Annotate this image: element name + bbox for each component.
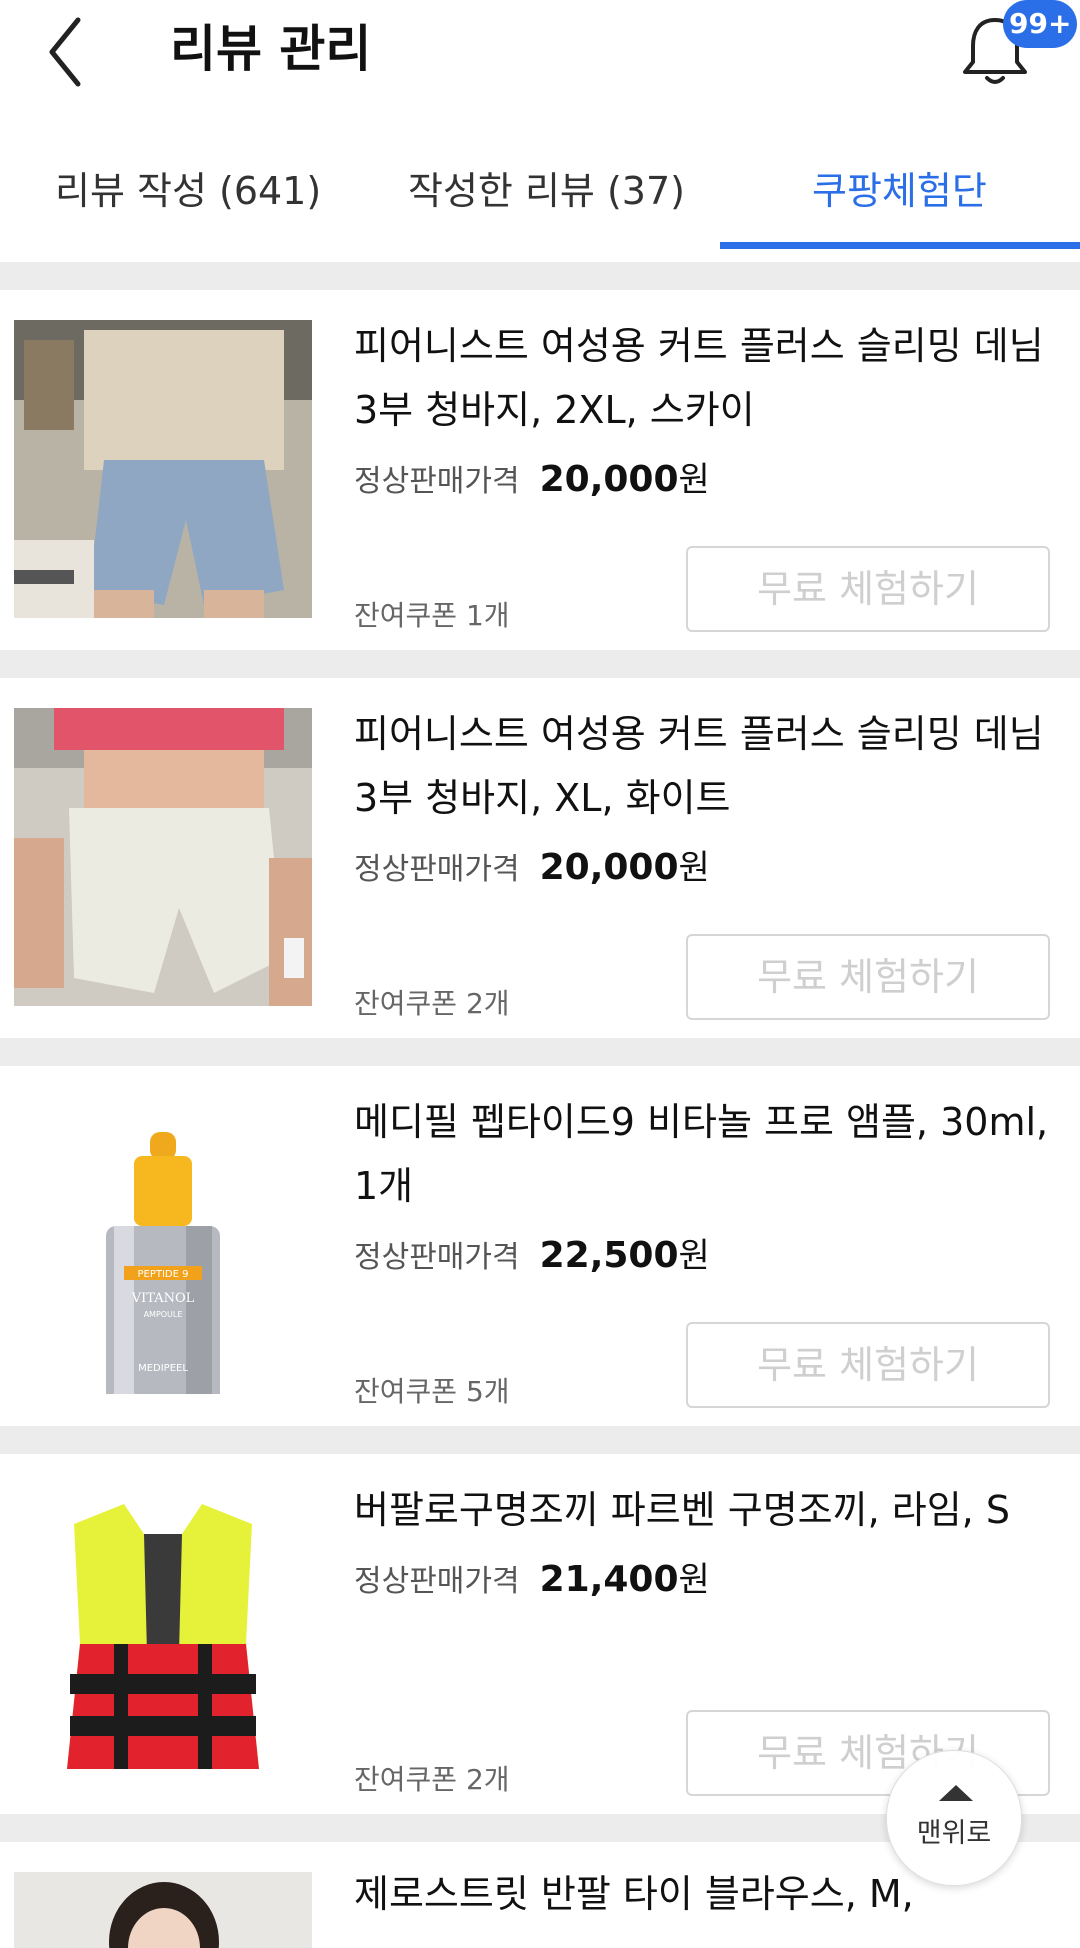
price-row: 정상판매가격 21,400원 [354,1552,710,1601]
price-value: 20,000 [539,847,679,888]
bottle-label-text: VITANOL [131,1291,195,1306]
remaining-coupons: 잔여쿠폰 1개 [354,599,510,632]
product-image[interactable] [14,708,312,1006]
remaining-coupons: 잔여쿠폰 2개 [354,1763,510,1796]
free-trial-button[interactable]: 무료 체험하기 [686,934,1050,1020]
active-tab-indicator [720,242,1080,249]
blouse-model-image [14,1872,312,1948]
price-label: 정상판매가격 [354,1564,520,1599]
life-vest-image [14,1484,312,1782]
product-name[interactable]: 메디필 펩타이드9 비타놀 프로 앰플, 30ml, 1개 [354,1090,1054,1218]
price-row: 정상판매가격 22,500원 [354,1228,710,1277]
back-arrow-icon[interactable] [40,12,120,92]
section-divider [0,650,1080,678]
remaining-coupons: 잔여쿠폰 2개 [354,987,510,1020]
section-divider [0,1038,1080,1066]
price-label: 정상판매가격 [354,1240,520,1275]
notification-badge: 99+ [1003,0,1078,48]
scroll-to-top-label: 맨위로 [916,1818,992,1849]
free-trial-button[interactable]: 무료 체험하기 [686,546,1050,632]
price-currency: 원 [678,460,710,500]
price-label: 정상판매가격 [354,852,520,887]
tab-written-reviews[interactable]: 작성한 리뷰 (37) [408,160,685,215]
bottle-label-text: MEDIPEEL [138,1363,188,1374]
section-divider [0,262,1080,290]
denim-shorts-image [14,708,312,1006]
denim-shorts-image [14,320,312,618]
section-divider [0,1426,1080,1454]
product-name[interactable]: 버팔로구명조끼 파르벤 구명조끼, 라임, S [354,1478,1054,1542]
price-currency: 원 [678,1560,710,1600]
tab-coupang-experience[interactable]: 쿠팡체험단 [812,160,987,215]
bottle-label-text: PEPTIDE 9 [138,1269,189,1280]
tab-bar: 리뷰 작성 (641) 작성한 리뷰 (37) 쿠팡체험단 [0,140,1080,250]
app-header: 리뷰 관리 99+ [0,0,1080,110]
product-name[interactable]: 피어니스트 여성용 커트 플러스 슬리밍 데님 3부 청바지, XL, 화이트 [354,702,1054,830]
tab-write-review[interactable]: 리뷰 작성 (641) [55,160,321,215]
product-name[interactable]: 피어니스트 여성용 커트 플러스 슬리밍 데님 3부 청바지, 2XL, 스카이 [354,314,1054,442]
price-value: 20,000 [539,459,679,500]
free-trial-button[interactable]: 무료 체험하기 [686,1322,1050,1408]
product-image[interactable]: PEPTIDE 9 VITANOL AMPOULE MEDIPEEL [14,1096,312,1394]
list-item[interactable]: 피어니스트 여성용 커트 플러스 슬리밍 데님 3부 청바지, 2XL, 스카이… [0,290,1080,650]
list-item[interactable]: PEPTIDE 9 VITANOL AMPOULE MEDIPEEL 메디필 펩… [0,1066,1080,1426]
remaining-coupons: 잔여쿠폰 5개 [354,1375,510,1408]
up-triangle-icon [939,1785,973,1801]
price-currency: 원 [678,1236,710,1276]
page-title: 리뷰 관리 [170,20,372,78]
bottle-label-text: AMPOULE [144,1310,183,1319]
product-image[interactable] [14,1872,312,1948]
product-image[interactable] [14,320,312,618]
price-currency: 원 [678,848,710,888]
list-item[interactable]: 피어니스트 여성용 커트 플러스 슬리밍 데님 3부 청바지, XL, 화이트 … [0,678,1080,1038]
product-image[interactable] [14,1484,312,1782]
ampoule-bottle-image: PEPTIDE 9 VITANOL AMPOULE MEDIPEEL [14,1096,312,1394]
price-value: 22,500 [539,1235,679,1276]
scroll-to-top-button[interactable]: 맨위로 [886,1750,1022,1886]
price-row: 정상판매가격 20,000원 [354,840,710,889]
price-label: 정상판매가격 [354,464,520,499]
price-row: 정상판매가격 20,000원 [354,452,710,501]
price-value: 21,400 [539,1559,679,1600]
